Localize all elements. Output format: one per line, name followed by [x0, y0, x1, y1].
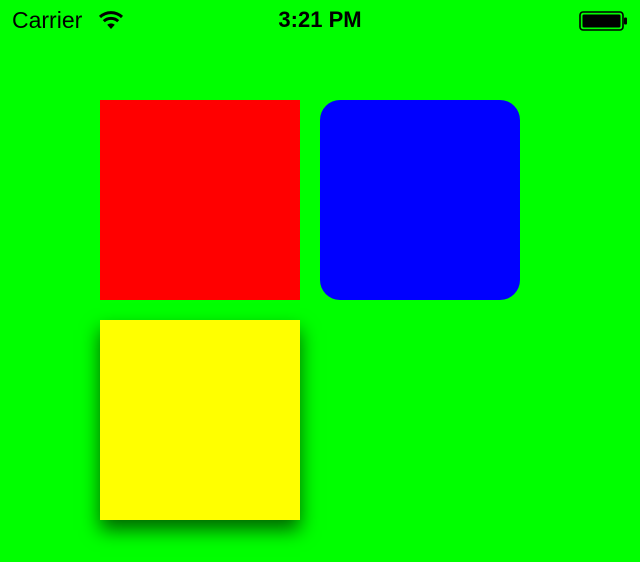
red-square [100, 100, 300, 300]
status-bar: Carrier 3:21 PM [0, 0, 640, 40]
yellow-shadow-square [100, 320, 300, 520]
blue-rounded-square [320, 100, 520, 300]
status-time: 3:21 PM [278, 7, 362, 32]
battery-icon [579, 10, 629, 32]
screen: Carrier 3:21 PM [0, 0, 640, 562]
